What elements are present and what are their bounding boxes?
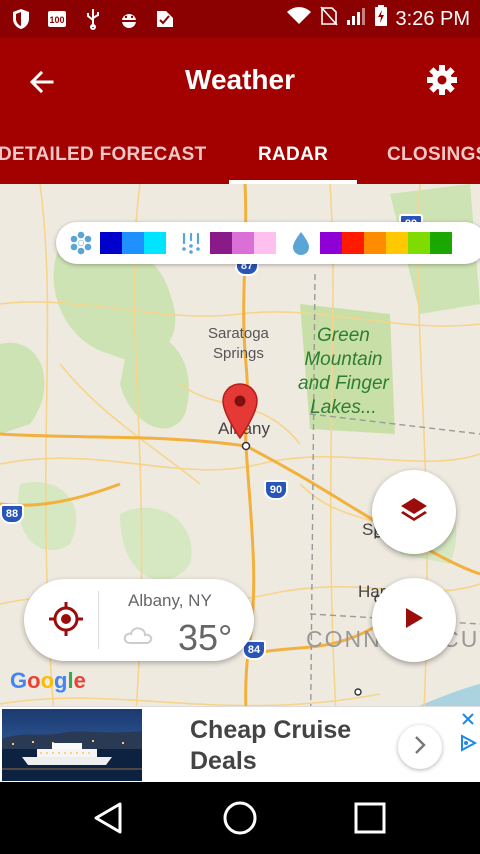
usb-icon (82, 8, 104, 30)
badge-100-icon: 100 (46, 8, 68, 30)
google-letter: g (54, 668, 68, 693)
page-title: Weather (185, 64, 295, 95)
battery-charging-icon (374, 5, 388, 33)
ad-headline[interactable]: Cheap Cruise Deals (190, 715, 380, 777)
legend-swatch (210, 232, 232, 254)
legend-swatch (342, 232, 364, 254)
nav-home-icon[interactable] (220, 798, 260, 838)
no-sim-icon (319, 6, 338, 32)
tab-radar[interactable]: RADAR (258, 144, 328, 166)
legend-swatch (430, 232, 452, 254)
google-letter: G (10, 668, 28, 693)
play-button[interactable] (372, 578, 456, 662)
sleet-icon (178, 230, 204, 256)
legend-swatch (144, 232, 166, 254)
sleet-swatches (210, 232, 276, 254)
svg-text:100: 100 (49, 15, 64, 25)
shield-icon (10, 8, 32, 30)
location-temperature: 35° (178, 617, 233, 658)
gear-icon[interactable] (422, 60, 462, 100)
location-city: Albany, NY (128, 591, 212, 610)
target-icon[interactable] (46, 599, 86, 639)
ad-image[interactable] (2, 709, 142, 781)
highway-shield-88: 88 (0, 504, 24, 524)
legend-swatch (122, 232, 144, 254)
legend-swatch (320, 232, 342, 254)
map-label-green-mountain: Green Mountain and Finger Lakes... (298, 325, 389, 418)
snow-swatches (100, 232, 166, 254)
map-label-saratoga: Saratoga Springs (208, 325, 269, 362)
legend-swatch (232, 232, 254, 254)
legend-swatch (100, 232, 122, 254)
chevron-right-icon (413, 735, 427, 760)
nav-back-icon[interactable] (88, 798, 128, 838)
legend-swatch (408, 232, 430, 254)
tab-closings[interactable]: CLOSINGS (387, 144, 480, 166)
wifi-icon (286, 6, 312, 32)
google-logo: Google (10, 668, 86, 694)
rain-drop-icon (288, 230, 314, 256)
google-letter: o (27, 668, 41, 693)
ad-arrow-button[interactable] (398, 725, 442, 769)
play-icon (403, 606, 425, 635)
google-letter: o (40, 668, 55, 693)
android-debug-icon (118, 8, 140, 30)
system-nav-bar (0, 782, 480, 854)
cloud-icon (122, 623, 154, 647)
tab-bar: DETAILED FORECAST RADAR CLOSINGS (0, 122, 480, 184)
legend-swatch (254, 232, 276, 254)
ad-banner[interactable]: Cheap Cruise Deals (0, 706, 480, 782)
signal-icon (346, 6, 366, 32)
app-bar: Weather (0, 38, 480, 122)
legend-swatch (386, 232, 408, 254)
layers-icon (398, 494, 430, 531)
layers-button[interactable] (372, 470, 456, 554)
rain-swatches (320, 232, 452, 254)
close-icon[interactable] (458, 709, 478, 729)
adchoices-icon[interactable] (458, 733, 478, 753)
map-pin-icon[interactable] (221, 382, 259, 440)
clipboard-check-icon (154, 8, 176, 30)
status-time: 3:26 PM (395, 7, 470, 30)
snow-icon (68, 230, 94, 256)
legend-swatch (364, 232, 386, 254)
card-divider (98, 591, 99, 649)
google-letter: e (73, 668, 86, 693)
tab-detailed-forecast[interactable]: DETAILED FORECAST (0, 144, 206, 166)
radar-legend (56, 222, 480, 264)
highway-shield-90: 90 (264, 480, 288, 500)
status-bar: 100 3:26 PM (0, 0, 480, 38)
location-card[interactable]: Albany, NY 35° (24, 579, 254, 661)
nav-recents-icon[interactable] (350, 798, 390, 838)
